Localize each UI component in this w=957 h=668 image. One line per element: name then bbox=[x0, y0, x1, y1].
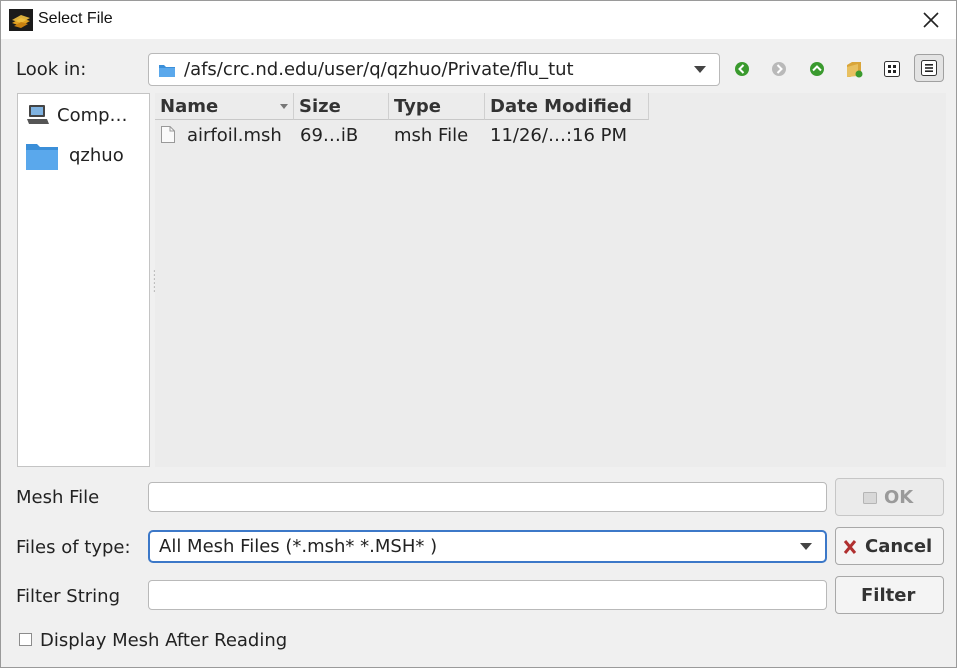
filter-button[interactable]: Filter bbox=[835, 576, 944, 614]
ok-button[interactable]: OK bbox=[835, 478, 944, 516]
files-of-type-label: Files of type: bbox=[16, 537, 131, 558]
close-icon bbox=[923, 12, 939, 28]
back-icon bbox=[735, 62, 749, 76]
forward-button[interactable] bbox=[766, 56, 792, 82]
mesh-file-input[interactable] bbox=[148, 482, 827, 512]
column-header-label: Date Modified bbox=[490, 96, 632, 117]
select-file-dialog: Select File Look in: /afs/crc.nd.edu/use… bbox=[0, 0, 957, 668]
file-date-modified: 11/26/…:16 PM bbox=[490, 125, 628, 146]
column-header-label: Name bbox=[160, 96, 219, 117]
sidebar-item-label: Comp… bbox=[57, 105, 128, 126]
close-button[interactable] bbox=[917, 5, 947, 35]
computer-icon bbox=[27, 105, 49, 124]
filter-string-input[interactable] bbox=[148, 580, 827, 610]
sidebar-item-label: qzhuo bbox=[69, 145, 124, 166]
filter-button-label: Filter bbox=[861, 585, 916, 606]
column-header-size[interactable]: Size bbox=[294, 93, 389, 120]
file-name: airfoil.msh bbox=[187, 125, 282, 146]
cancel-icon bbox=[843, 540, 857, 554]
detail-view-icon bbox=[921, 60, 937, 76]
look-in-label: Look in: bbox=[16, 59, 87, 80]
cancel-button-label: Cancel bbox=[865, 536, 933, 557]
ok-button-label: OK bbox=[884, 487, 914, 508]
back-button[interactable] bbox=[729, 56, 755, 82]
column-header-type[interactable]: Type bbox=[389, 93, 485, 120]
window-title: Select File bbox=[38, 10, 113, 27]
app-logo-icon bbox=[9, 9, 33, 31]
filter-string-label: Filter String bbox=[16, 586, 121, 607]
list-view-icon bbox=[884, 61, 900, 77]
sidebar: Comp… qzhuo bbox=[17, 93, 150, 467]
sidebar-item-qzhuo[interactable]: qzhuo bbox=[24, 141, 146, 171]
forward-icon bbox=[772, 62, 786, 76]
parent-dir-icon bbox=[810, 62, 824, 76]
folder-icon bbox=[159, 65, 175, 77]
cancel-button[interactable]: Cancel bbox=[835, 527, 944, 565]
look-in-combo[interactable]: /afs/crc.nd.edu/user/q/qzhuo/Private/flu… bbox=[148, 53, 720, 86]
new-folder-button[interactable] bbox=[841, 56, 867, 82]
folder-icon bbox=[26, 144, 58, 170]
chevron-down-icon bbox=[800, 543, 812, 550]
files-of-type-value: All Mesh Files (*.msh* *.MSH* ) bbox=[159, 536, 438, 557]
column-header-label: Type bbox=[394, 96, 441, 117]
file-size: 69…iB bbox=[300, 125, 359, 146]
sidebar-item-computer[interactable]: Comp… bbox=[24, 101, 146, 131]
column-header-label: Size bbox=[299, 96, 341, 117]
mesh-file-label: Mesh File bbox=[16, 487, 100, 508]
display-mesh-label[interactable]: Display Mesh After Reading bbox=[40, 630, 287, 651]
new-folder-icon bbox=[847, 62, 863, 78]
sort-arrow-icon bbox=[280, 104, 288, 109]
ok-icon bbox=[863, 492, 877, 504]
files-of-type-select[interactable]: All Mesh Files (*.msh* *.MSH* ) bbox=[148, 530, 827, 563]
chevron-down-icon bbox=[694, 66, 706, 73]
file-list: Name Size Type Date Modified airfoil.msh… bbox=[155, 93, 946, 467]
column-header-name[interactable]: Name bbox=[155, 93, 294, 120]
display-mesh-checkbox[interactable] bbox=[19, 633, 32, 646]
detail-view-button[interactable] bbox=[914, 54, 944, 82]
list-view-button[interactable] bbox=[879, 56, 905, 82]
file-type: msh File bbox=[394, 125, 469, 146]
file-icon bbox=[161, 126, 175, 143]
title-bar: Select File bbox=[1, 1, 956, 39]
column-header-date-modified[interactable]: Date Modified bbox=[485, 93, 649, 120]
look-in-path: /afs/crc.nd.edu/user/q/qzhuo/Private/flu… bbox=[184, 59, 574, 80]
parent-directory-button[interactable] bbox=[804, 56, 830, 82]
